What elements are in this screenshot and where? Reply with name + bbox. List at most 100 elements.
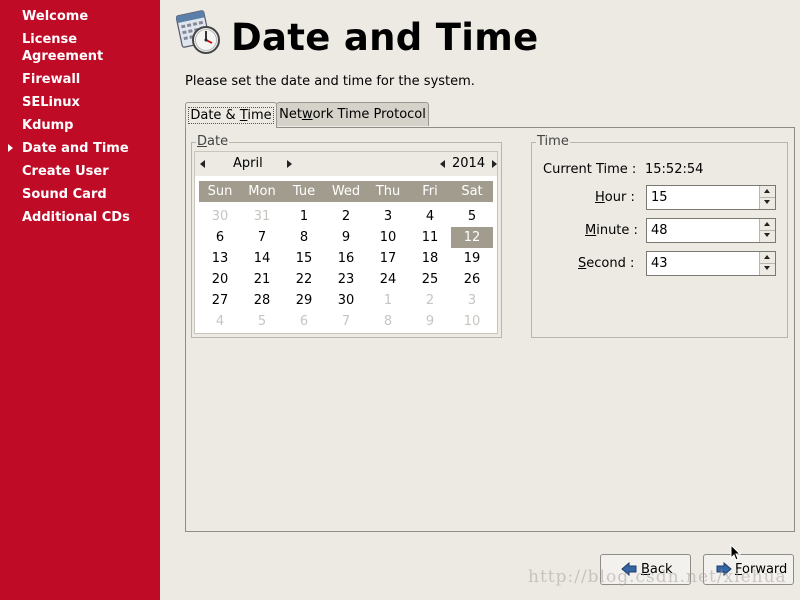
calendar-day[interactable]: 10 bbox=[367, 227, 409, 248]
second-spin-buttons[interactable] bbox=[759, 252, 775, 275]
second-value: 43 bbox=[651, 256, 668, 271]
calendar-header: April 2014 bbox=[195, 152, 497, 176]
calendar-day[interactable]: 10 bbox=[451, 311, 493, 332]
sidebar-item-date-and-time: Date and Time bbox=[22, 141, 129, 156]
calendar-day[interactable]: 24 bbox=[367, 269, 409, 290]
sidebar-item-selinux: SELinux bbox=[22, 95, 80, 110]
time-frame-label: Time bbox=[536, 134, 570, 150]
weekday-label: Sat bbox=[461, 184, 483, 199]
calendar-day[interactable]: 30 bbox=[325, 290, 367, 311]
hour-spinner[interactable]: 15 bbox=[646, 185, 776, 210]
watermark: http://blog.csdn.net/xiehua bbox=[528, 567, 787, 587]
spin-down-icon[interactable] bbox=[764, 233, 770, 237]
calendar-day[interactable]: 14 bbox=[241, 248, 283, 269]
minute-spin-buttons[interactable] bbox=[759, 219, 775, 242]
spin-down-icon[interactable] bbox=[764, 266, 770, 270]
second-spinner[interactable]: 43 bbox=[646, 251, 776, 276]
sidebar-item-create-user: Create User bbox=[22, 164, 109, 179]
hour-label: Hour : bbox=[595, 190, 635, 205]
weekday-label: Sun bbox=[207, 184, 233, 199]
calendar-day[interactable]: 9 bbox=[325, 227, 367, 248]
spin-up-icon[interactable] bbox=[764, 255, 770, 259]
calendar-day[interactable]: 8 bbox=[367, 311, 409, 332]
calendar-day[interactable]: 4 bbox=[409, 206, 451, 227]
sidebar-item-additional-cds: Additional CDs bbox=[22, 210, 130, 225]
current-step-arrow-icon bbox=[8, 144, 13, 152]
calendar-day[interactable]: 28 bbox=[241, 290, 283, 311]
calendar-day[interactable]: 16 bbox=[325, 248, 367, 269]
weekday-label: Tue bbox=[292, 184, 316, 199]
instructions-text: Please set the date and time for the sys… bbox=[185, 74, 475, 89]
prev-month-icon[interactable] bbox=[200, 160, 205, 168]
calendar-day[interactable]: 17 bbox=[367, 248, 409, 269]
weekday-label: Fri bbox=[422, 184, 438, 199]
calendar-day[interactable]: 25 bbox=[409, 269, 451, 290]
current-time-label: Current Time : bbox=[543, 162, 637, 177]
tab-date-and-time-label: Date & Time bbox=[188, 107, 274, 124]
calendar-day[interactable]: 12 bbox=[451, 227, 493, 248]
minute-value: 48 bbox=[651, 223, 668, 238]
calendar-day[interactable]: 2 bbox=[325, 206, 367, 227]
next-month-icon[interactable] bbox=[287, 160, 292, 168]
tab-date-and-time[interactable]: Date & Time bbox=[185, 102, 277, 128]
calendar[interactable]: April 2014 Sun Mon Tue Wed Thu Fri Sat 3… bbox=[194, 151, 498, 334]
sidebar-item-firewall: Firewall bbox=[22, 72, 81, 87]
calendar-day[interactable]: 13 bbox=[199, 248, 241, 269]
spin-down-icon[interactable] bbox=[764, 200, 770, 204]
calendar-day[interactable]: 6 bbox=[283, 311, 325, 332]
calendar-day[interactable]: 30 bbox=[199, 206, 241, 227]
calendar-day[interactable]: 18 bbox=[409, 248, 451, 269]
calendar-day[interactable]: 29 bbox=[283, 290, 325, 311]
mouse-pointer-icon bbox=[730, 544, 742, 561]
calendar-month: April bbox=[233, 156, 263, 171]
calendar-day[interactable]: 15 bbox=[283, 248, 325, 269]
calendar-day[interactable]: 7 bbox=[241, 227, 283, 248]
calendar-day[interactable]: 6 bbox=[199, 227, 241, 248]
hour-value: 15 bbox=[651, 190, 668, 205]
next-year-icon[interactable] bbox=[492, 160, 497, 168]
spin-up-icon[interactable] bbox=[764, 189, 770, 193]
weekday-label: Wed bbox=[331, 184, 361, 199]
minute-label: Minute : bbox=[585, 223, 638, 238]
prev-year-icon[interactable] bbox=[440, 160, 445, 168]
calendar-day[interactable]: 1 bbox=[367, 290, 409, 311]
calendar-day[interactable]: 20 bbox=[199, 269, 241, 290]
calendar-clock-icon bbox=[176, 10, 220, 54]
calendar-weekday-row: Sun Mon Tue Wed Thu Fri Sat bbox=[199, 181, 493, 202]
current-time-value: 15:52:54 bbox=[645, 162, 704, 177]
calendar-day[interactable]: 22 bbox=[283, 269, 325, 290]
hour-spin-buttons[interactable] bbox=[759, 186, 775, 209]
sidebar-item-license-line2: Agreement bbox=[22, 49, 104, 64]
sidebar-item-kdump: Kdump bbox=[22, 118, 74, 133]
calendar-day[interactable]: 3 bbox=[367, 206, 409, 227]
calendar-day[interactable]: 31 bbox=[241, 206, 283, 227]
calendar-day[interactable]: 2 bbox=[409, 290, 451, 311]
date-frame-label: Date bbox=[196, 134, 230, 150]
calendar-day[interactable]: 19 bbox=[451, 248, 493, 269]
sidebar-item-sound-card: Sound Card bbox=[22, 187, 107, 202]
calendar-day[interactable]: 4 bbox=[199, 311, 241, 332]
calendar-day[interactable]: 5 bbox=[241, 311, 283, 332]
weekday-label: Mon bbox=[248, 184, 276, 199]
calendar-day[interactable]: 27 bbox=[199, 290, 241, 311]
calendar-day[interactable]: 1 bbox=[283, 206, 325, 227]
calendar-day[interactable]: 3 bbox=[451, 290, 493, 311]
tab-network-time-protocol[interactable]: Network Time Protocol bbox=[276, 102, 429, 126]
calendar-day[interactable]: 7 bbox=[325, 311, 367, 332]
second-label: Second : bbox=[578, 256, 635, 271]
page-title: Date and Time bbox=[231, 16, 539, 59]
sidebar: Welcome License Agreement Firewall SELin… bbox=[0, 0, 160, 600]
calendar-day[interactable]: 23 bbox=[325, 269, 367, 290]
weekday-label: Thu bbox=[375, 184, 401, 199]
calendar-day[interactable]: 21 bbox=[241, 269, 283, 290]
calendar-day[interactable]: 8 bbox=[283, 227, 325, 248]
calendar-day[interactable]: 11 bbox=[409, 227, 451, 248]
spin-up-icon[interactable] bbox=[764, 222, 770, 226]
calendar-day[interactable]: 5 bbox=[451, 206, 493, 227]
calendar-day[interactable]: 9 bbox=[409, 311, 451, 332]
sidebar-item-welcome: Welcome bbox=[22, 9, 89, 24]
minute-spinner[interactable]: 48 bbox=[646, 218, 776, 243]
calendar-year: 2014 bbox=[452, 156, 486, 171]
sidebar-item-license-line1: License bbox=[22, 32, 78, 47]
calendar-day[interactable]: 26 bbox=[451, 269, 493, 290]
